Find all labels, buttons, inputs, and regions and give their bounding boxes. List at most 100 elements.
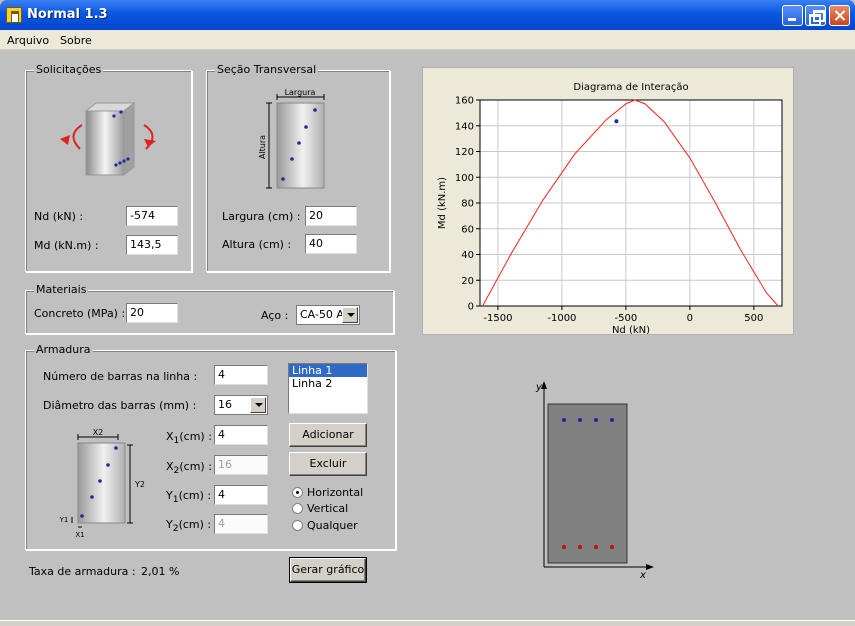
altura-label: Altura (cm) : (222, 238, 292, 251)
diametro-dropdown-icon[interactable] (250, 397, 266, 413)
armadura-group: Armadura Número de barras na linha : 4 D… (25, 343, 396, 550)
diagram-y1-label: Y1 (59, 516, 69, 524)
x2-unit: (cm) : (179, 460, 212, 473)
section-width-label: Largura (285, 88, 316, 97)
diametro-select[interactable]: 16 (214, 395, 268, 415)
y1-symbol: Y (166, 489, 173, 502)
x2-label: X2(cm) : (166, 460, 212, 476)
section-y-axis-label: y (535, 382, 543, 393)
app-icon (6, 7, 22, 23)
x1-unit: (cm) : (179, 430, 212, 443)
radio-horizontal-label: Horizontal (307, 486, 364, 499)
chart-y-tick-label: 40 (461, 250, 474, 261)
radio-qualquer-label: Qualquer (307, 519, 358, 532)
largura-input[interactable]: 20 (305, 206, 357, 226)
diagram-x2-label: X2 (93, 428, 104, 437)
rebar-top-4 (610, 418, 614, 422)
chart-x-axis-label: Nd (kN) (612, 325, 650, 334)
radio-vertical-label: Vertical (307, 502, 349, 515)
line-item-2[interactable]: Linha 2 (289, 377, 367, 390)
radio-horizontal[interactable]: Horizontal (292, 486, 363, 499)
x1-symbol: X (166, 430, 174, 443)
diagram-x1-label: X1 (75, 531, 84, 539)
num-barras-input[interactable]: 4 (214, 365, 268, 385)
solicitacoes-group: Solicitações Nd (kN) : -574 Md (kN.m) : … (25, 63, 192, 272)
solicitacoes-legend: Solicitações (34, 63, 104, 76)
x2-input: 16 (214, 455, 268, 475)
aco-select[interactable]: CA-50 A (296, 305, 360, 325)
rebar-bottom-4 (610, 545, 614, 549)
md-label: Md (kN.m) : (34, 239, 99, 252)
concreto-label: Concreto (MPa) : (34, 307, 126, 320)
chart-y-tick-label: 80 (461, 199, 474, 210)
chart-x-tick-label: -500 (615, 313, 638, 324)
radio-vertical[interactable]: Vertical (292, 502, 348, 515)
taxa-value: 2,01 % (141, 565, 180, 578)
maximize-button[interactable] (805, 5, 826, 26)
y2-symbol: Y (166, 518, 173, 531)
diagram-y2-label: Y2 (134, 480, 145, 489)
rebar-bottom-3 (594, 545, 598, 549)
minimize-button[interactable] (782, 5, 803, 26)
diametro-label: Diâmetro das barras (mm) : (43, 399, 197, 412)
chart-y-tick-label: 140 (455, 121, 474, 132)
aco-label: Aço : (261, 309, 289, 322)
chart-x-tick-label: 0 (687, 313, 693, 324)
section-rectangle (547, 403, 628, 564)
aco-dropdown-icon[interactable] (342, 307, 358, 323)
lines-listbox[interactable]: Linha 1 Linha 2 (288, 363, 368, 414)
menu-arquivo[interactable]: Arquivo (7, 34, 49, 47)
chart-x-tick-label: 500 (744, 313, 763, 324)
taxa-label: Taxa de armadura : (29, 565, 136, 578)
radio-qualquer[interactable]: Qualquer (292, 519, 358, 532)
y1-unit: (cm) : (178, 489, 212, 502)
secao-group: Seção Transversal Largura Altura Largura… (206, 63, 390, 272)
status-bar (0, 620, 855, 626)
section-diagram-icon: Largura Altura (258, 88, 325, 189)
chart-y-tick-label: 20 (461, 276, 474, 287)
gerar-grafico-button[interactable]: Gerar gráfico (289, 557, 367, 583)
rebar-bottom-2 (578, 545, 582, 549)
radio-vertical-dot[interactable] (292, 503, 303, 514)
y2-unit: (cm) : (178, 518, 212, 531)
chart-y-tick-label: 160 (455, 96, 474, 107)
rebar-top-1 (562, 418, 566, 422)
chart-y-axis-label: Md (kN.m) (437, 177, 448, 229)
main-content: Solicitações Nd (kN) : -574 Md (kN.m) : … (0, 51, 855, 626)
chart-y-tick-label: 120 (455, 147, 474, 158)
md-input[interactable]: 143,5 (126, 235, 178, 255)
altura-input[interactable]: 40 (305, 234, 357, 254)
aco-select-value: CA-50 A (300, 308, 344, 321)
adicionar-button[interactable]: Adicionar (289, 423, 367, 447)
title-bar[interactable]: Normal 1.3 (0, 0, 855, 30)
radio-qualquer-dot[interactable] (292, 520, 303, 531)
chart-x-tick-label: -1000 (547, 313, 576, 324)
x1-input[interactable]: 4 (214, 425, 268, 445)
menu-sobre[interactable]: Sobre (60, 34, 92, 47)
excluir-button[interactable]: Excluir (289, 452, 367, 476)
chart-design-point (614, 119, 619, 124)
nd-input[interactable]: -574 (126, 206, 178, 226)
y2-label: Y2(cm) : (166, 518, 211, 534)
close-button[interactable] (829, 5, 850, 26)
interaction-chart-panel: -1500 -1000 -500 0 500 0 20 40 60 80 100 120 140 160 D… (422, 67, 794, 336)
menu-bar: Arquivo Sobre (0, 30, 855, 50)
section-x-axis-label: x (639, 570, 646, 579)
x1-label: X1(cm) : (166, 430, 212, 446)
chart-title: Diagrama de Interação (573, 82, 688, 93)
bar-coordinates-diagram-icon: X2 Y2 Y1 X1 (59, 428, 145, 539)
concreto-input[interactable]: 20 (126, 303, 178, 323)
radio-horizontal-dot[interactable] (292, 487, 303, 498)
line-item-1[interactable]: Linha 1 (289, 364, 367, 377)
section-height-label: Altura (258, 135, 267, 159)
chart-y-tick-label: 100 (455, 173, 474, 184)
largura-label: Largura (cm) : (222, 210, 301, 223)
y1-input[interactable]: 4 (214, 485, 268, 505)
diametro-select-value: 16 (218, 398, 232, 411)
y1-label: Y1(cm) : (166, 489, 211, 505)
materiais-legend: Materiais (34, 283, 89, 296)
beam-moment-icon (60, 101, 156, 177)
chart-x-tick-label: -1500 (483, 313, 512, 324)
section-view: y x (535, 381, 654, 579)
chart-y-tick-label: 60 (461, 224, 474, 235)
